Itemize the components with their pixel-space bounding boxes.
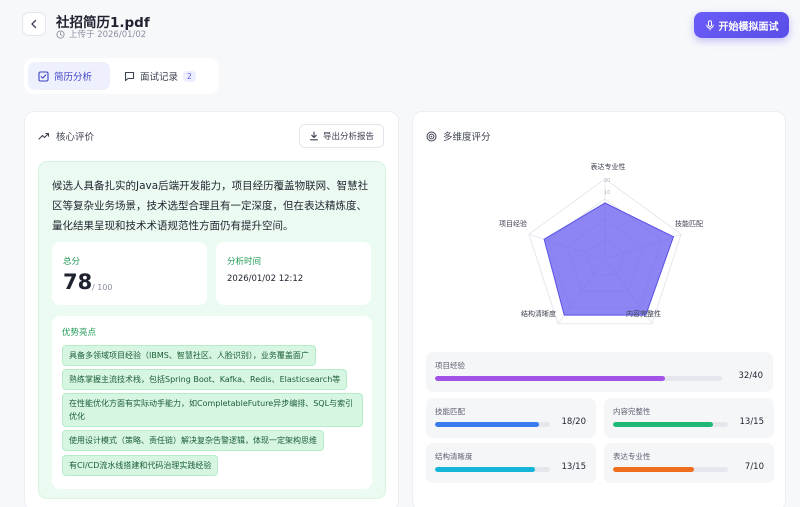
checkbox-icon [38, 70, 49, 82]
dimension-label: 结构清晰度 [435, 452, 473, 461]
microphone-icon [705, 19, 714, 30]
export-report-label: 导出分析报告 [322, 132, 374, 142]
dimension-score-card: 项目经验 32/40 [426, 352, 773, 392]
summary-card: 候选人具备扎实的Java后端开发能力，项目经历覆盖物联网、智慧社区等复杂业务场景… [38, 161, 386, 499]
tab-interview-records[interactable]: 面试记录 2 [114, 62, 214, 90]
core-evaluation-panel: 核心评价 导出分析报告 候选人具备扎实的Java后端开发能力，项目经历覆盖物联网… [24, 111, 399, 507]
start-interview-button[interactable]: 开始模拟面试 [694, 12, 789, 38]
dimension-progress-track [613, 467, 728, 472]
upload-date: 上传于 2026/01/02 [69, 30, 147, 40]
dimension-score-title: 多维度评分 [443, 132, 491, 143]
dimension-score-card: 结构清晰度 13/15 [426, 443, 596, 483]
radar-tick-label: 10 [604, 190, 610, 196]
start-interview-label: 开始模拟面试 [718, 21, 779, 33]
radar-axis-label: 内容完整性 [626, 309, 661, 318]
dimension-label: 内容完整性 [613, 407, 651, 416]
dimension-progress-fill [613, 422, 713, 427]
strength-chip: 有CI/CD流水线搭建和代码治理实践经验 [62, 455, 219, 476]
core-evaluation-header: 核心评价 [38, 129, 94, 143]
tab-label: 面试记录 [140, 72, 179, 83]
score-label: 总分 [63, 257, 81, 267]
export-report-button[interactable]: 导出分析报告 [299, 124, 384, 148]
upload-meta: 上传于 2026/01/02 [56, 28, 146, 40]
dimension-score-value: 13/15 [739, 417, 765, 427]
dimension-score-header: 多维度评分 [426, 129, 491, 143]
score-value: 78 [63, 270, 93, 294]
strengths-title: 优势亮点 [62, 328, 97, 338]
core-evaluation-title: 核心评价 [56, 132, 95, 143]
download-icon [309, 131, 319, 141]
dimension-score-card: 内容完整性 13/15 [604, 398, 774, 438]
radar-axis-label: 项目经验 [499, 219, 527, 228]
back-button[interactable] [22, 12, 46, 36]
strength-chip: 熟练掌握主流技术栈，包括Spring Boot、Kafka、Redis、Elas… [62, 369, 348, 390]
dimension-label: 项目经验 [435, 361, 465, 370]
trend-up-icon [38, 132, 50, 140]
dimension-label: 技能匹配 [435, 407, 465, 416]
tab-bar: 简历分析 面试记录 2 [24, 58, 219, 94]
radar-axis-label: 结构清晰度 [521, 309, 556, 318]
strength-chip: 在性能优化方面有实际动手能力，如CompletableFuture异步编排、SQ… [62, 393, 363, 427]
dimension-score-card: 技能匹配 18/20 [426, 398, 596, 438]
summary-text: 候选人具备扎实的Java后端开发能力，项目经历覆盖物联网、智慧社区等复杂业务场景… [52, 180, 369, 232]
score-max: / 100 [92, 283, 113, 292]
tab-label: 简历分析 [54, 72, 93, 83]
dimension-progress-fill [435, 467, 535, 472]
record-count-badge: 2 [183, 70, 196, 82]
radar-data-area [543, 202, 675, 316]
strength-chip: 使用设计模式（策略、责任链）解决复杂告警逻辑，体现一定架构思维 [62, 430, 324, 451]
tab-resume-analysis[interactable]: 简历分析 [28, 62, 110, 90]
total-score-card: 总分 78 / 100 [52, 242, 207, 305]
dimension-score-value: 18/20 [561, 417, 587, 427]
dimension-score-value: 7/10 [744, 462, 764, 472]
dimension-score-value: 32/40 [738, 371, 764, 381]
radar-chart: 20 10 表达专业性技能匹配内容完整性 结构清晰度 项目经验 [499, 162, 703, 325]
strengths-section: 优势亮点 具备多领域项目经验（IBMS、智慧社区、人脸识别），业务覆盖面广 熟练… [52, 316, 372, 489]
radar-axis-label: 表达专业性 [591, 162, 626, 171]
dimension-progress-track [435, 422, 550, 427]
dimension-progress-fill [613, 467, 694, 472]
radar-tick-label: 20 [604, 178, 610, 184]
chat-icon [124, 71, 135, 81]
dimension-progress-track [435, 376, 722, 381]
dimension-score-value: 13/15 [561, 462, 587, 472]
analysis-time-card: 分析时间 2026/01/02 12:12 [216, 242, 371, 305]
dimension-progress-track [435, 467, 550, 472]
dimension-score-card: 表达专业性 7/10 [604, 443, 774, 483]
time-label: 分析时间 [227, 257, 262, 267]
dimension-progress-fill [435, 422, 539, 427]
dimension-progress-fill [435, 376, 665, 381]
dimension-label: 表达专业性 [613, 452, 651, 461]
radar-axis-label: 技能匹配 [675, 219, 703, 228]
clock-icon [56, 29, 65, 39]
strength-chip: 具备多领域项目经验（IBMS、智慧社区、人脸识别），业务覆盖面广 [62, 345, 316, 366]
dimension-progress-track [613, 422, 728, 427]
dimension-score-panel: 多维度评分 20 10 表达专业性 技能匹配 内容完整性 结构清晰度 项目经验 项目经验 32… [412, 111, 786, 507]
chevron-left-icon [31, 19, 37, 29]
time-value: 2026/01/02 12:12 [227, 274, 304, 284]
target-icon [426, 131, 437, 141]
